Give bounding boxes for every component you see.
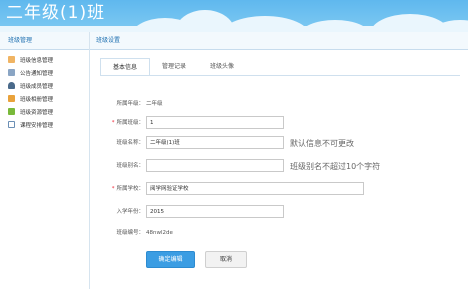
code-value: 48nwl2de — [146, 230, 173, 236]
album-icon — [8, 95, 15, 102]
class-title: 二年级(1)班 — [6, 3, 106, 23]
sidebar-item-schedule[interactable]: 课程安排管理 — [0, 118, 89, 131]
tab-bar: 基本信息 管理记录 班级头像 — [100, 58, 246, 76]
school-row: * 所属学校： 阅学网验证学校 — [90, 182, 468, 197]
class-name-input[interactable]: 二年级(1)班 — [146, 136, 284, 149]
sidebar-item-members[interactable]: 班级成员管理 — [0, 79, 89, 92]
class-label: 所属班级： — [116, 120, 144, 126]
enroll-year-input[interactable]: 2015 — [146, 205, 284, 218]
sidebar-item-label: 班级相册管理 — [20, 96, 54, 103]
name-label: 班级名称： — [116, 140, 144, 146]
sidebar-item-album[interactable]: 班级相册管理 — [0, 92, 89, 105]
tab-management-log[interactable]: 管理记录 — [150, 58, 198, 74]
required-mark: * — [111, 120, 115, 126]
school-label: 所属学校： — [116, 186, 144, 192]
sidebar-item-resources[interactable]: 班级资源管理 — [0, 105, 89, 118]
sidebar-item-notices[interactable]: 公告通知管理 — [0, 66, 89, 79]
sidebar-item-class-info[interactable]: 班级信息管理 — [0, 53, 89, 66]
grade-row: 所属年级： 二年级 — [90, 97, 468, 112]
grade-label: 所属年级： — [116, 101, 144, 107]
name-row: 班级名称： 二年级(1)班 默认信息不可更改 — [90, 136, 468, 151]
class-input[interactable]: 1 — [146, 116, 284, 129]
alias-hint: 班级别名不超过10个字符 — [290, 162, 381, 171]
sidebar-item-label: 公告通知管理 — [20, 70, 54, 77]
person-icon — [8, 82, 15, 89]
section-title: 班级设置 — [90, 32, 468, 50]
required-mark: * — [111, 186, 115, 192]
tab-class-avatar[interactable]: 班级头像 — [198, 58, 246, 74]
top-banner: 二年级(1)班 — [0, 0, 468, 32]
year-label: 入学年份： — [116, 209, 144, 215]
alias-row: 班级别名： 班级别名不超过10个字符 — [90, 159, 468, 174]
document-icon — [8, 56, 15, 63]
tab-basic-info[interactable]: 基本信息 — [100, 58, 151, 76]
schedule-icon — [8, 121, 15, 128]
sidebar-item-label: 班级成员管理 — [20, 83, 54, 90]
notice-icon — [8, 69, 15, 76]
cancel-button[interactable]: 取消 — [205, 251, 247, 268]
resource-icon — [8, 108, 15, 115]
school-input[interactable]: 阅学网验证学校 — [146, 182, 364, 195]
sidebar-item-label: 课程安排管理 — [20, 122, 54, 129]
sidebar: 班级管理 班级信息管理 公告通知管理 班级成员管理 班级相册管理 班级资源管理 … — [0, 32, 90, 289]
tab-divider — [100, 75, 460, 76]
code-row: 班级编号： 48nwl2de — [90, 226, 468, 241]
main-panel: 班级设置 基本信息 管理记录 班级头像 所属年级： 二年级 * 所属班级： 1 班… — [90, 32, 468, 289]
sidebar-title: 班级管理 — [0, 32, 89, 50]
year-row: 入学年份： 2015 — [90, 205, 468, 220]
class-row: * 所属班级： 1 — [90, 116, 468, 131]
sidebar-item-label: 班级信息管理 — [20, 57, 54, 64]
grade-value: 二年级 — [146, 101, 163, 107]
confirm-edit-button[interactable]: 确定编辑 — [146, 251, 195, 268]
name-hint: 默认信息不可更改 — [290, 139, 354, 148]
alias-input[interactable] — [146, 159, 284, 172]
sidebar-item-label: 班级资源管理 — [20, 109, 54, 116]
alias-label: 班级别名： — [116, 163, 144, 169]
code-label: 班级编号： — [116, 230, 144, 236]
